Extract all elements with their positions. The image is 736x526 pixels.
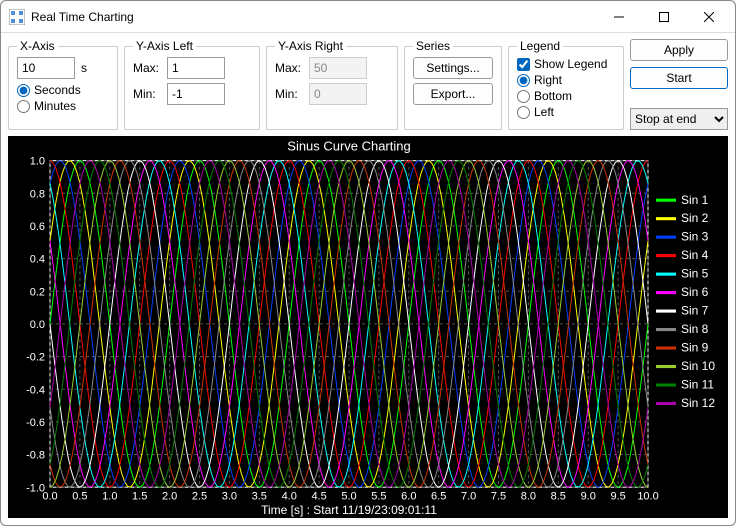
close-button[interactable] — [686, 2, 731, 32]
yright-max-label: Max: — [275, 61, 303, 75]
svg-text:7.5: 7.5 — [491, 490, 506, 502]
xaxis-minutes-radio[interactable] — [17, 100, 30, 113]
yright-group: Y-Axis Right Max: Min: — [266, 39, 398, 130]
svg-text:4.5: 4.5 — [311, 490, 326, 502]
svg-text:5.5: 5.5 — [371, 490, 386, 502]
yleft-min-input[interactable] — [167, 83, 225, 105]
mode-combo[interactable]: Stop at end — [630, 108, 728, 130]
legend-bottom-radio[interactable] — [517, 90, 530, 103]
svg-text:1.0: 1.0 — [102, 490, 117, 502]
svg-text:Sinus Curve Charting: Sinus Curve Charting — [287, 138, 410, 153]
svg-text:Sin 8: Sin 8 — [681, 322, 709, 336]
svg-text:Sin 7: Sin 7 — [681, 304, 709, 318]
svg-text:1.0: 1.0 — [30, 156, 45, 168]
svg-text:2.5: 2.5 — [192, 490, 207, 502]
svg-text:0.6: 0.6 — [30, 221, 45, 233]
xaxis-legend: X-Axis — [17, 39, 58, 53]
legend-show-option[interactable]: Show Legend — [517, 57, 615, 71]
xaxis-seconds-option[interactable]: Seconds — [17, 83, 109, 97]
svg-text:6.0: 6.0 — [401, 490, 416, 502]
svg-text:3.0: 3.0 — [222, 490, 237, 502]
svg-text:7.0: 7.0 — [461, 490, 476, 502]
yleft-legend: Y-Axis Left — [133, 39, 196, 53]
svg-text:-0.6: -0.6 — [26, 417, 45, 429]
minimize-icon — [614, 12, 624, 22]
yright-legend: Y-Axis Right — [275, 39, 346, 53]
actions-column: Apply Start Stop at end — [630, 39, 728, 130]
app-icon — [9, 9, 25, 25]
close-icon — [704, 12, 714, 22]
svg-text:Sin 10: Sin 10 — [681, 359, 715, 373]
legend-bottom-option[interactable]: Bottom — [517, 89, 615, 103]
legend-right-radio[interactable] — [517, 74, 530, 87]
series-settings-button[interactable]: Settings... — [413, 57, 493, 79]
svg-text:Sin 2: Sin 2 — [681, 211, 709, 225]
xaxis-group: X-Axis s Seconds Minutes — [8, 39, 118, 130]
svg-text:0.2: 0.2 — [30, 286, 45, 298]
legend-group: Legend Show Legend Right Bottom Left — [508, 39, 624, 130]
apply-button[interactable]: Apply — [630, 39, 728, 61]
minimize-button[interactable] — [596, 2, 641, 32]
yleft-group: Y-Axis Left Max: Min: — [124, 39, 260, 130]
svg-text:0.4: 0.4 — [30, 254, 45, 266]
svg-text:9.0: 9.0 — [581, 490, 596, 502]
svg-text:6.5: 6.5 — [431, 490, 446, 502]
titlebar: Real Time Charting — [1, 1, 735, 33]
xaxis-seconds-radio[interactable] — [17, 84, 30, 97]
svg-text:8.5: 8.5 — [551, 490, 566, 502]
svg-text:-0.4: -0.4 — [26, 384, 45, 396]
svg-text:Sin 12: Sin 12 — [681, 396, 715, 410]
svg-text:Sin 5: Sin 5 — [681, 267, 709, 281]
svg-text:10.0: 10.0 — [637, 490, 658, 502]
svg-text:5.0: 5.0 — [341, 490, 356, 502]
controls-row: X-Axis s Seconds Minutes Y-Axis Left Max… — [8, 39, 728, 130]
svg-text:0.8: 0.8 — [30, 188, 45, 200]
svg-text:Sin 9: Sin 9 — [681, 341, 709, 355]
svg-text:2.0: 2.0 — [162, 490, 177, 502]
legend-show-checkbox[interactable] — [517, 58, 530, 71]
series-group: Series Settings... Export... — [404, 39, 502, 130]
legend-left-radio[interactable] — [517, 106, 530, 119]
yleft-max-input[interactable] — [167, 57, 225, 79]
chart-svg: Sinus Curve Charting 0.0 0.5 1.0 1.5 2.0 2.5 3.… — [8, 136, 728, 518]
svg-text:Sin 1: Sin 1 — [681, 193, 709, 207]
maximize-button[interactable] — [641, 2, 686, 32]
yleft-max-label: Max: — [133, 61, 161, 75]
xaxis-value-input[interactable] — [17, 57, 75, 79]
legend-legend: Legend — [517, 39, 563, 53]
series-export-button[interactable]: Export... — [413, 83, 493, 105]
app-window: Real Time Charting X-Axis s — [0, 0, 736, 526]
svg-text:Sin 3: Sin 3 — [681, 230, 709, 244]
xaxis-unit-label: s — [81, 61, 109, 75]
svg-text:3.5: 3.5 — [252, 490, 267, 502]
svg-text:Sin 4: Sin 4 — [681, 248, 709, 262]
svg-text:0.5: 0.5 — [72, 490, 87, 502]
svg-text:-1.0: -1.0 — [26, 482, 45, 494]
svg-text:8.0: 8.0 — [521, 490, 536, 502]
yright-min-input — [309, 83, 367, 105]
maximize-icon — [659, 12, 669, 22]
series-legend: Series — [413, 39, 453, 53]
svg-text:1.5: 1.5 — [132, 490, 147, 502]
start-button[interactable]: Start — [630, 67, 728, 89]
yright-min-label: Min: — [275, 87, 303, 101]
svg-text:0.0: 0.0 — [30, 319, 45, 331]
window-title: Real Time Charting — [31, 10, 596, 24]
xaxis-minutes-option[interactable]: Minutes — [17, 99, 109, 113]
svg-text:-0.8: -0.8 — [26, 450, 45, 462]
svg-text:Sin 11: Sin 11 — [681, 377, 714, 391]
svg-text:9.5: 9.5 — [610, 490, 625, 502]
svg-text:Sin 6: Sin 6 — [681, 285, 709, 299]
svg-text:4.0: 4.0 — [282, 490, 297, 502]
client-area: X-Axis s Seconds Minutes Y-Axis Left Max… — [1, 33, 735, 525]
yright-max-input — [309, 57, 367, 79]
legend-left-option[interactable]: Left — [517, 105, 615, 119]
svg-text:Time [s] : Start 11/19/23:09:0: Time [s] : Start 11/19/23:09:01:11 — [261, 503, 437, 517]
yleft-min-label: Min: — [133, 87, 161, 101]
svg-text:-0.2: -0.2 — [26, 352, 45, 364]
legend-right-option[interactable]: Right — [517, 73, 615, 87]
chart-area: Sinus Curve Charting 0.0 0.5 1.0 1.5 2.0 2.5 3.… — [8, 136, 728, 518]
